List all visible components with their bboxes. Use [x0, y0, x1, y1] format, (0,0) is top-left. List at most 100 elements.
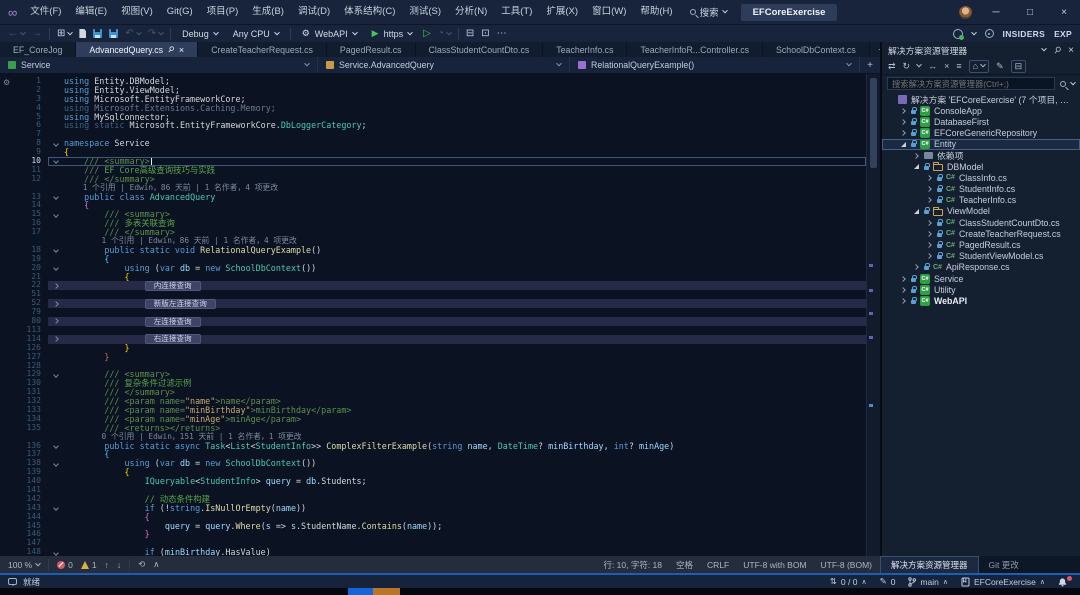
tree-item-classinfo-cs[interactable]: C#ClassInfo.cs — [882, 172, 1080, 183]
menu-item[interactable]: 窗口(W) — [585, 0, 633, 24]
tree-item-apiresponse-cs[interactable]: C#ApiResponse.cs — [882, 262, 1080, 273]
menu-item[interactable]: 工具(T) — [494, 0, 539, 24]
nav-forward-icon[interactable]: → — [32, 29, 42, 39]
expand-arrow-icon[interactable] — [925, 243, 933, 247]
expand-arrow-icon[interactable] — [899, 277, 907, 281]
add-item-icon[interactable]: ⊞ — [57, 29, 72, 39]
next-issue-icon[interactable]: ↓ — [117, 560, 121, 570]
more-options-icon[interactable]: ⋯ — [497, 29, 507, 39]
document-tab[interactable]: TeacherInfoR...Controller.cs — [627, 42, 763, 57]
undo-icon[interactable]: ↶ — [125, 29, 140, 39]
expand-arrow-icon[interactable] — [925, 221, 933, 225]
expand-arrow-icon[interactable] — [899, 299, 907, 303]
fold-toggle-icon[interactable] — [48, 284, 64, 288]
menu-item[interactable]: 测试(S) — [402, 0, 448, 24]
switch-views-icon[interactable]: ⇄ — [888, 61, 896, 72]
document-tab[interactable]: TeacherInfo.cs — [543, 42, 627, 57]
fold-toggle-icon[interactable] — [48, 266, 64, 270]
save-all-icon[interactable] — [109, 29, 118, 38]
line-ending[interactable]: CRLF — [707, 560, 729, 570]
expand-arrow-icon[interactable] — [899, 288, 907, 292]
history-icon[interactable]: ↻ — [903, 61, 911, 72]
launch-profile-dropdown[interactable]: ⚙ WebAPI — [298, 27, 361, 40]
tree-item-viewmodel[interactable]: ViewModel — [882, 206, 1080, 217]
error-count[interactable]: 0 — [57, 560, 73, 570]
collapse-arrow-icon[interactable] — [899, 142, 907, 147]
warning-count[interactable]: 1 — [81, 560, 97, 570]
solution-search-input[interactable] — [887, 77, 1055, 90]
pending-changes[interactable]: ✎ 0 — [880, 576, 896, 587]
code-editor[interactable]: ⚙ 1using Entity.DBModel;2using Entity.Vi… — [0, 74, 880, 556]
breadcrumb-type-dropdown[interactable]: Service.AdvancedQuery — [318, 57, 570, 73]
fold-toggle-icon[interactable] — [48, 337, 64, 341]
tree-item-databasefirst[interactable]: C#DatabaseFirst — [882, 116, 1080, 127]
tree-item-studentviewmodel-cs[interactable]: C#StudentViewModel.cs — [882, 251, 1080, 262]
menu-item[interactable]: 帮助(H) — [633, 0, 679, 24]
tree-item-pagedresult-cs[interactable]: C#PagedResult.cs — [882, 239, 1080, 250]
debug-config-dropdown[interactable]: Debug — [178, 28, 222, 40]
edit-icon[interactable]: ✎ — [996, 61, 1004, 72]
menu-item[interactable]: 编辑(E) — [68, 0, 114, 24]
add-existing-icon[interactable]: ⊟ — [466, 29, 474, 39]
pin-icon[interactable]: ⚲ — [1051, 44, 1063, 57]
tool-window-tab[interactable]: 解决方案资源管理器 — [880, 556, 979, 573]
expand-arrow-icon[interactable] — [925, 187, 933, 191]
tree-item-efcoregenericrepository[interactable]: C#EFCoreGenericRepository — [882, 128, 1080, 139]
home-icon[interactable]: ⌂ — [973, 61, 978, 71]
start-without-debug-icon[interactable]: ▷ — [423, 29, 431, 39]
tree-item-studentinfo-cs[interactable]: C#StudentInfo.cs — [882, 184, 1080, 195]
menu-item[interactable]: 项目(P) — [200, 0, 246, 24]
collapse-all-icon[interactable]: ⊟ — [1015, 61, 1023, 72]
close-panel-icon[interactable]: × — [1068, 45, 1074, 56]
feedback-icon[interactable] — [985, 29, 994, 38]
branch-selector[interactable]: main ∧ — [908, 577, 948, 587]
fold-toggle-icon[interactable] — [48, 506, 64, 510]
document-tab[interactable]: SchoolDbContext.cs — [763, 42, 870, 57]
fold-toggle-icon[interactable] — [48, 373, 64, 377]
new-file-icon[interactable] — [79, 29, 86, 38]
expand-arrow-icon[interactable] — [925, 176, 933, 180]
tree-item-classstudentcountdto-cs[interactable]: C#ClassStudentCountDto.cs — [882, 217, 1080, 228]
profiler-icon[interactable]: ◔ — [438, 29, 451, 39]
fold-toggle-icon[interactable] — [48, 195, 64, 199]
document-tab[interactable]: CreateTeacherRequest.cs — [198, 42, 327, 57]
expand-arrow-icon[interactable] — [925, 254, 933, 258]
code-cleanup-icon[interactable]: ⟲ — [138, 559, 145, 570]
notifications-bell[interactable] — [1058, 577, 1072, 587]
search-control[interactable]: 搜索 — [690, 5, 727, 19]
tool-window-tab[interactable]: Git 更改 — [979, 556, 1029, 573]
tree-item--[interactable]: 依赖项 — [882, 150, 1080, 161]
expand-arrow-icon[interactable] — [925, 232, 933, 236]
menu-item[interactable]: 生成(B) — [245, 0, 291, 24]
tree-item-utility[interactable]: C#Utility — [882, 284, 1080, 295]
menu-item[interactable]: 视图(V) — [114, 0, 160, 24]
cpu-config-dropdown[interactable]: Any CPU — [229, 28, 283, 40]
document-tab[interactable]: AdvancedQuery.cs⚲× — [76, 42, 198, 57]
fold-toggle-icon[interactable] — [48, 551, 64, 555]
tree-item-createteacherrequest-cs[interactable]: C#CreateTeacherRequest.cs — [882, 228, 1080, 239]
menu-item[interactable]: 调试(D) — [291, 0, 337, 24]
tree-item-consoleapp[interactable]: C#ConsoleApp — [882, 105, 1080, 116]
collapse-arrow-icon[interactable] — [912, 209, 920, 214]
menu-item[interactable]: 体系结构(C) — [337, 0, 402, 24]
account-avatar[interactable] — [959, 6, 972, 19]
menu-item[interactable]: Git(G) — [160, 0, 200, 24]
tree-item-service[interactable]: C#Service — [882, 273, 1080, 284]
document-tab[interactable]: PagedResult.cs — [327, 42, 416, 57]
start-debug-button[interactable]: ▶ https — [368, 27, 416, 40]
fold-toggle-icon[interactable] — [48, 213, 64, 217]
maximize-button[interactable]: □ — [1020, 7, 1040, 18]
show-all-files-icon[interactable]: ≡ — [956, 61, 961, 71]
menu-item[interactable]: 扩展(X) — [539, 0, 585, 24]
tree-item-teacherinfo-cs[interactable]: C#TeacherInfo.cs — [882, 195, 1080, 206]
menu-item[interactable]: 文件(F) — [23, 0, 68, 24]
fold-toggle-icon[interactable] — [48, 319, 64, 323]
feedback-bubble-icon[interactable] — [8, 578, 17, 585]
tree-item-entity[interactable]: C#Entity — [882, 139, 1080, 150]
zoom-dropdown[interactable]: 100 % — [8, 560, 40, 570]
breadcrumb-member-dropdown[interactable]: RelationalQueryExample() — [570, 57, 860, 73]
fold-toggle-icon[interactable] — [48, 159, 64, 163]
breadcrumb-project-dropdown[interactable]: Service — [0, 57, 318, 73]
tree-item--efcoreexercise-7-7-[interactable]: 解决方案 'EFCoreExercise' (7 个项目, 共 7 个) — [882, 94, 1080, 105]
pin-icon[interactable]: ⚲ — [166, 44, 176, 55]
